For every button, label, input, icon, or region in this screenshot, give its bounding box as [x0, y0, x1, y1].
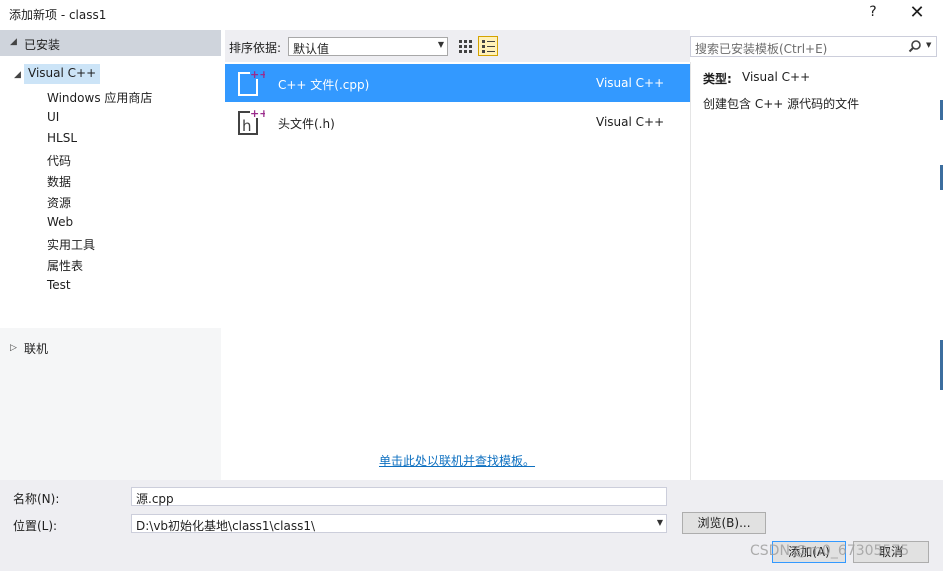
tree-item-resources[interactable]: 资源: [47, 194, 71, 211]
template-item-header-file[interactable]: ++ h 头文件(.h) Visual C++: [225, 103, 690, 141]
online-section: ▷ 联机: [0, 328, 221, 480]
tree-item-web[interactable]: Web: [47, 215, 73, 229]
name-value: 源.cpp: [136, 492, 174, 506]
location-field[interactable]: D:\vb初始化基地\class1\class1\ ▼: [131, 514, 667, 533]
expand-arrow-icon[interactable]: ▷: [10, 343, 17, 353]
expand-arrow-icon[interactable]: ◢: [14, 70, 21, 80]
type-value: Visual C++: [742, 70, 811, 84]
tree-item-property-sheets[interactable]: 属性表: [47, 257, 83, 274]
tree-item-ui[interactable]: UI: [47, 110, 59, 124]
category-pane: ◢ 已安装 ◢ Visual C++ Windows 应用商店 UI HLSL …: [0, 30, 221, 480]
template-description: 创建包含 C++ 源代码的文件: [703, 97, 860, 111]
category-tree: ◢ Visual C++ Windows 应用商店 UI HLSL 代码 数据 …: [0, 56, 221, 328]
help-button[interactable]: ?: [866, 4, 880, 20]
sort-value: 默认值: [293, 42, 330, 56]
sort-dropdown[interactable]: 默认值 ▼: [288, 37, 448, 56]
svg-text:h: h: [242, 117, 252, 135]
tree-item-utility[interactable]: 实用工具: [47, 236, 95, 253]
tree-item-test[interactable]: Test: [47, 278, 71, 292]
tree-item-online[interactable]: 联机: [24, 340, 48, 357]
location-label: 位置(L):: [13, 519, 58, 533]
cpp-file-icon: ++: [238, 68, 265, 96]
tree-item-visual-cpp[interactable]: Visual C++: [24, 64, 101, 84]
tree-item-data[interactable]: 数据: [47, 173, 71, 190]
dropdown-arrow-icon: ▼: [437, 40, 444, 49]
type-label: 类型:: [703, 72, 732, 86]
template-type: Visual C++: [596, 115, 665, 129]
template-item-cpp-file[interactable]: ++ C++ 文件(.cpp) Visual C++: [225, 64, 690, 102]
browse-button[interactable]: 浏览(B)...: [682, 512, 766, 534]
view-list-button[interactable]: [478, 36, 498, 56]
collapse-arrow-icon[interactable]: ◢: [10, 37, 17, 47]
template-toolbar: 排序依据: 默认值 ▼: [225, 30, 690, 62]
installed-label: 已安装: [24, 38, 61, 52]
window-title: 添加新项 - class1: [9, 8, 107, 22]
tree-item-code[interactable]: 代码: [47, 152, 71, 169]
view-small-icons-button[interactable]: [455, 36, 475, 56]
header-file-icon: ++ h: [238, 107, 265, 135]
search-options-arrow-icon[interactable]: ▼: [926, 41, 931, 49]
watermark: CSDN @m0_67305575: [750, 543, 910, 559]
details-pane: 类型: Visual C++ 创建包含 C++ 源代码的文件: [690, 62, 940, 480]
svg-text:++: ++: [250, 107, 265, 120]
grid-view-icon: [459, 40, 472, 53]
template-name: 头文件(.h): [278, 117, 335, 131]
template-list: ++ C++ 文件(.cpp) Visual C++ ++ h 头文件(.h) …: [225, 62, 690, 480]
find-templates-online-link[interactable]: 单击此处以联机并查找模板。: [379, 452, 535, 469]
installed-header[interactable]: ◢ 已安装: [0, 30, 221, 56]
title-bar: 添加新项 - class1 ? ✕: [0, 0, 943, 28]
template-type: Visual C++: [596, 76, 665, 90]
close-button[interactable]: ✕: [907, 2, 927, 23]
name-label: 名称(N):: [13, 492, 60, 506]
template-search-box[interactable]: 搜索已安装模板(Ctrl+E) ▼: [690, 36, 937, 57]
name-field[interactable]: 源.cpp: [131, 487, 667, 506]
svg-text:++: ++: [250, 68, 265, 81]
search-icon[interactable]: [908, 39, 922, 53]
dropdown-arrow-icon[interactable]: ▼: [657, 518, 663, 527]
location-value: D:\vb初始化基地\class1\class1\: [136, 519, 316, 533]
template-name: C++ 文件(.cpp): [278, 78, 370, 92]
tree-item-hlsl[interactable]: HLSL: [47, 131, 77, 145]
tree-item-windows-store[interactable]: Windows 应用商店: [47, 89, 152, 106]
list-view-icon: [482, 40, 495, 53]
search-placeholder: 搜索已安装模板(Ctrl+E): [695, 42, 828, 56]
sort-label: 排序依据:: [229, 41, 282, 55]
